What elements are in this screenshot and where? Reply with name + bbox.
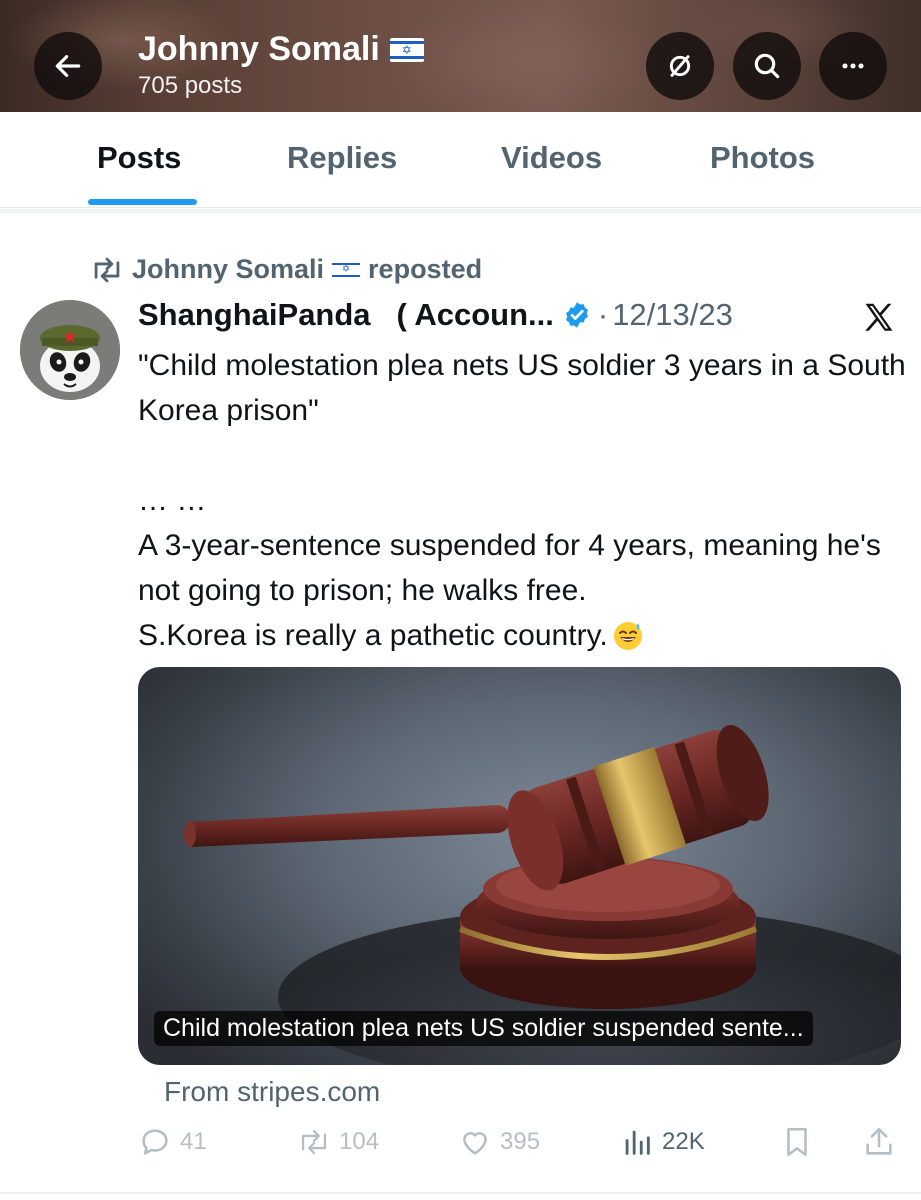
- tab-videos[interactable]: Videos: [501, 140, 602, 176]
- tweet-body: "Child molestation plea nets US soldier …: [138, 349, 906, 652]
- profile-header: Johnny Somali ✡ 705 posts: [0, 0, 921, 112]
- active-tab-indicator: [88, 199, 197, 205]
- profile-tabs: Posts Replies Videos Photos: [0, 112, 921, 208]
- divider: [0, 1192, 921, 1194]
- repost-count: 104: [339, 1128, 380, 1155]
- back-button[interactable]: [34, 32, 102, 100]
- repost-context[interactable]: Johnny Somali ✡ reposted: [90, 254, 482, 285]
- verified-badge-icon: [565, 302, 588, 328]
- gavel-image: [184, 724, 901, 1065]
- avatar[interactable]: [20, 300, 120, 400]
- posts-count: 705 posts: [138, 72, 243, 99]
- author-name[interactable]: ShanghaiPanda: [138, 297, 371, 333]
- repost-suffix: reposted: [368, 254, 483, 284]
- profile-name: Johnny Somali: [138, 30, 380, 68]
- heart-icon: [463, 1132, 487, 1155]
- more-icon: [842, 63, 864, 69]
- profile-title: Johnny Somali ✡: [138, 30, 424, 69]
- repost-button[interactable]: 104: [297, 1125, 379, 1159]
- flag-icon: ✡: [332, 259, 361, 280]
- hide-icon: [669, 55, 691, 77]
- search-icon: [754, 53, 780, 79]
- tab-photos[interactable]: Photos: [710, 140, 815, 176]
- hide-button[interactable]: [646, 32, 714, 100]
- tab-replies[interactable]: Replies: [287, 140, 397, 176]
- share-icon: [866, 1127, 892, 1155]
- views-chart-icon: [625, 1130, 650, 1155]
- author-name-extra[interactable]: ( Accoun...: [397, 297, 554, 333]
- bookmark-icon: [787, 1127, 807, 1157]
- tweet-header: ShanghaiPanda ( Accoun... · 12/13/23: [138, 297, 733, 333]
- arrow-left-icon: [55, 55, 81, 77]
- link-card[interactable]: Child molestation plea nets US soldier s…: [138, 667, 901, 1065]
- repost-icon: [301, 1129, 327, 1155]
- repost-icon: [94, 257, 120, 282]
- reply-icon: [142, 1129, 168, 1155]
- x-logo-icon: [865, 303, 893, 331]
- tab-posts[interactable]: Posts: [97, 140, 181, 176]
- bookmark-button[interactable]: [780, 1125, 814, 1159]
- sweat-smile-emoji-icon: [613, 622, 642, 650]
- reply-count: 41: [180, 1128, 207, 1155]
- separator-dot: ·: [597, 297, 609, 332]
- flag-icon: ✡: [389, 37, 424, 62]
- tweet-actions: 41 104 395 22K: [0, 1125, 921, 1175]
- views-button[interactable]: 22K: [620, 1125, 705, 1159]
- share-button[interactable]: [862, 1125, 896, 1159]
- card-caption: Child molestation plea nets US soldier s…: [154, 1011, 813, 1046]
- like-button[interactable]: 395: [458, 1125, 540, 1159]
- divider: [0, 209, 921, 213]
- more-button[interactable]: [819, 32, 887, 100]
- panda-avatar-icon: [20, 300, 120, 400]
- tweet-date[interactable]: 12/13/23: [612, 297, 733, 333]
- repost-user: Johnny Somali: [132, 254, 325, 284]
- card-source[interactable]: From stripes.com: [164, 1076, 380, 1108]
- reply-button[interactable]: 41: [138, 1125, 207, 1159]
- like-count: 395: [500, 1128, 541, 1155]
- tweet-text: "Child molestation plea nets US soldier …: [138, 343, 908, 658]
- view-count: 22K: [662, 1128, 705, 1155]
- search-button[interactable]: [733, 32, 801, 100]
